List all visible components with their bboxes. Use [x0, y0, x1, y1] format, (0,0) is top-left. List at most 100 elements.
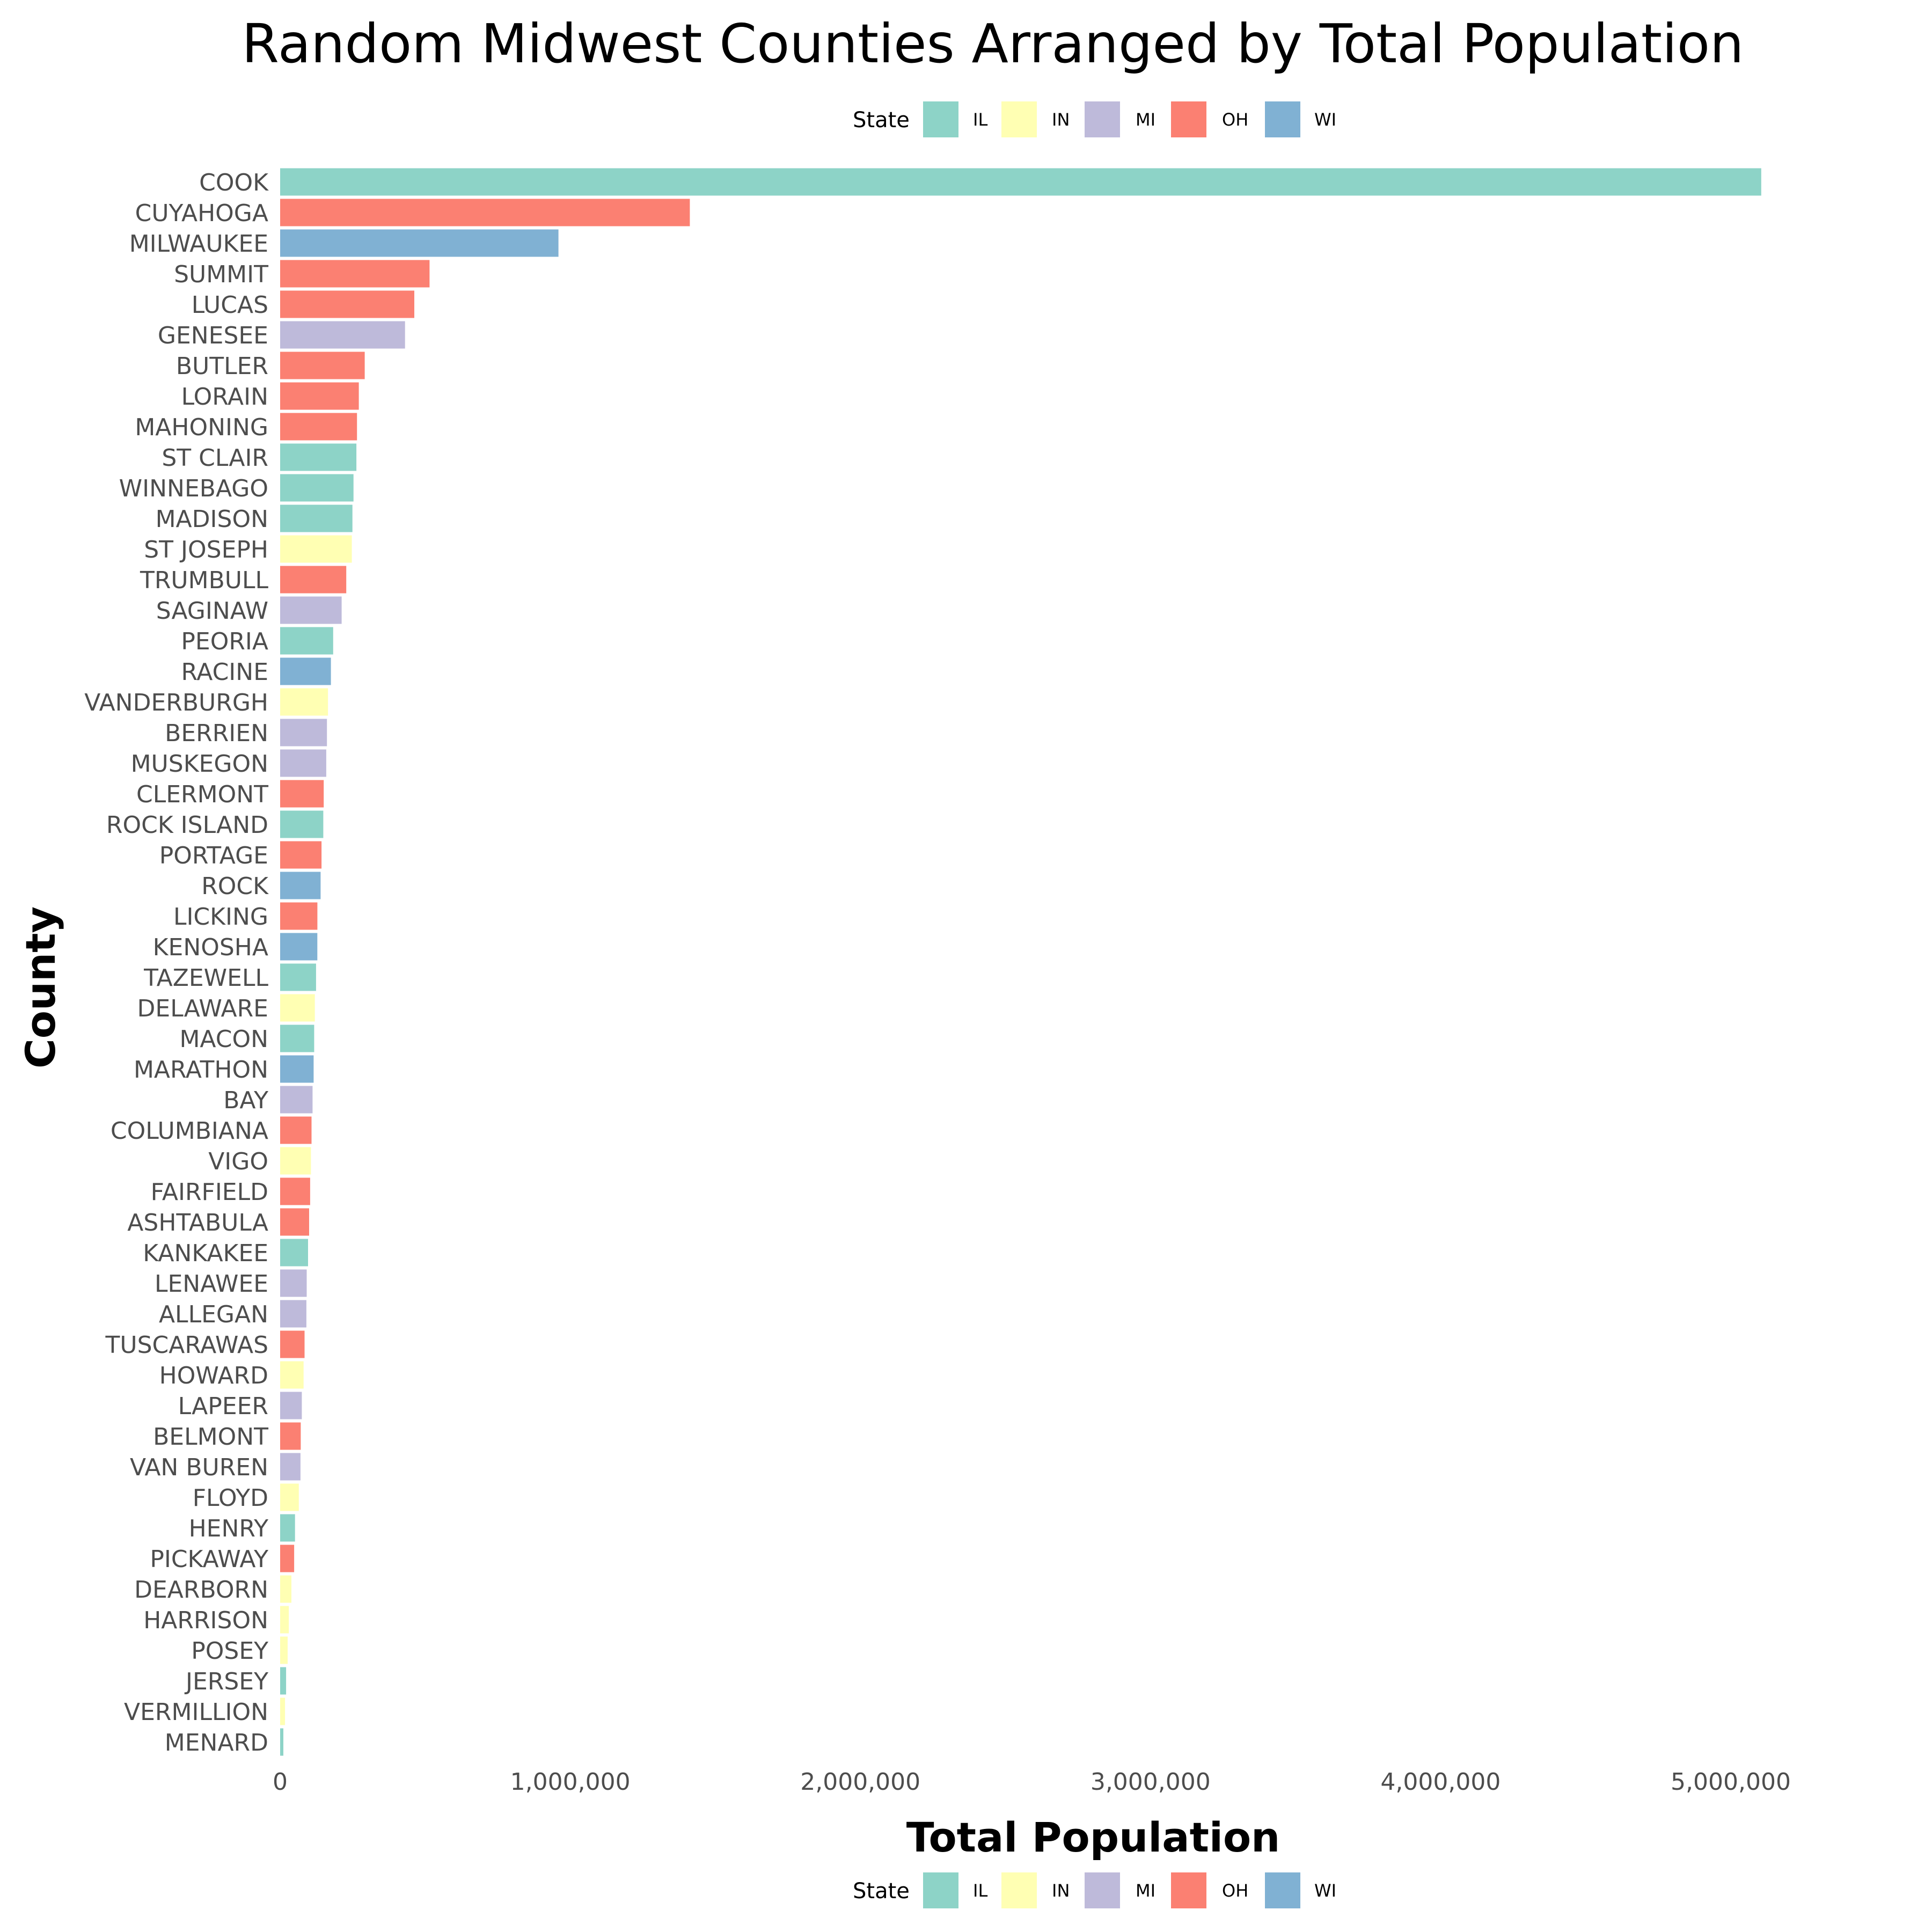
legend-label-il-bottom: IL	[973, 1880, 987, 1901]
y-tick-label-tazewell: TAZEWELL	[143, 964, 268, 992]
bar-dearborn	[280, 1575, 291, 1603]
bar-lapeer	[280, 1392, 302, 1419]
y-tick-label-lenawee: LENAWEE	[155, 1270, 268, 1298]
y-tick-label-lorain: LORAIN	[181, 383, 268, 411]
bar-ashtabula	[280, 1208, 309, 1236]
y-tick-label-menard: MENARD	[165, 1729, 268, 1757]
bar-lucas	[280, 290, 414, 318]
y-tick-label-columbiana: COLUMBIANA	[111, 1117, 268, 1145]
y-tick-label-winnebago: WINNEBAGO	[119, 475, 268, 502]
legend-key-wi-top	[1265, 101, 1300, 137]
y-tick-label-lapeer: LAPEER	[178, 1393, 268, 1420]
legend-label-oh-top: OH	[1222, 109, 1248, 130]
bars	[280, 168, 1761, 1756]
y-axis-labels: COOK CUYAHOGA MILWAUKEE SUMMIT LUCAS GENESEE B…	[84, 169, 269, 1757]
bar-muskegon	[280, 749, 326, 777]
y-tick-label-peoria: PEORIA	[181, 628, 268, 655]
y-tick-label-henry: HENRY	[189, 1515, 269, 1542]
bar-van-buren	[280, 1453, 301, 1481]
y-tick-label-kenosha: KENOSHA	[153, 934, 268, 961]
y-tick-label-fairfield: FAIRFIELD	[151, 1179, 268, 1206]
bar-harrison	[280, 1606, 289, 1634]
legend-key-in-bottom	[1001, 1872, 1037, 1908]
y-tick-label-madison: MADISON	[156, 506, 268, 533]
y-tick-label-jersey: JERSEY	[184, 1668, 268, 1695]
legend-key-mi-bottom	[1085, 1872, 1120, 1908]
bar-chart: Random Midwest Counties Arranged by Tota…	[17, 12, 1791, 1908]
bar-vanderburgh	[280, 688, 328, 716]
bar-menard	[280, 1728, 283, 1756]
y-tick-label-st-joseph: ST JOSEPH	[144, 536, 268, 564]
legend-label-mi-top: MI	[1136, 109, 1155, 130]
y-tick-label-summit: SUMMIT	[174, 261, 268, 288]
bar-peoria	[280, 627, 333, 655]
legend-top: State IL IN MI OH WI	[853, 101, 1336, 137]
bar-cook	[280, 168, 1761, 196]
y-tick-label-vigo: VIGO	[208, 1148, 268, 1175]
bar-licking	[280, 902, 318, 930]
bar-kankakee	[280, 1239, 308, 1267]
bar-belmont	[280, 1422, 301, 1450]
y-tick-label-licking: LICKING	[173, 903, 268, 931]
bar-lorain	[280, 382, 359, 410]
bar-allegan	[280, 1300, 306, 1328]
y-tick-label-mahoning: MAHONING	[135, 414, 268, 441]
bar-macon	[280, 1024, 314, 1052]
bar-berrien	[280, 719, 327, 747]
y-tick-label-dearborn: DEARBORN	[134, 1576, 268, 1604]
bar-tazewell	[280, 963, 316, 991]
bar-fairfield	[280, 1177, 310, 1205]
legend-key-oh-bottom	[1171, 1872, 1206, 1908]
x-tick-label-1: 1,000,000	[510, 1768, 631, 1796]
bar-pickaway	[280, 1545, 295, 1572]
legend-label-in-top: IN	[1052, 109, 1070, 130]
legend-label-wi-bottom: WI	[1314, 1880, 1336, 1901]
bar-winnebago	[280, 474, 354, 502]
y-tick-label-muskegon: MUSKEGON	[131, 750, 268, 778]
bar-floyd	[280, 1483, 299, 1511]
legend-label-wi-top: WI	[1314, 109, 1336, 130]
bar-kenosha	[280, 933, 318, 961]
y-tick-label-delaware: DELAWARE	[137, 995, 268, 1022]
y-tick-label-berrien: BERRIEN	[165, 720, 268, 747]
bar-portage	[280, 841, 322, 869]
legend-key-in-top	[1001, 101, 1037, 137]
y-tick-label-cuyahoga: CUYAHOGA	[135, 200, 268, 227]
bar-marathon	[280, 1055, 314, 1083]
y-tick-label-harrison: HARRISON	[143, 1607, 268, 1634]
y-tick-label-saginaw: SAGINAW	[156, 597, 268, 625]
bar-bay	[280, 1086, 313, 1114]
bar-howard	[280, 1361, 304, 1389]
bar-genesee	[280, 321, 405, 349]
y-tick-label-ashtabula: ASHTABULA	[127, 1209, 268, 1236]
y-tick-label-kankakee: KANKAKEE	[143, 1240, 268, 1267]
y-tick-label-vanderburgh: VANDERBURGH	[84, 689, 268, 716]
y-tick-label-floyd: FLOYD	[193, 1484, 268, 1512]
legend-label-in-bottom: IN	[1052, 1880, 1070, 1901]
bar-racine	[280, 657, 331, 685]
y-tick-label-racine: RACINE	[181, 658, 268, 686]
bar-columbiana	[280, 1116, 312, 1144]
bar-cuyahoga	[280, 199, 690, 226]
bar-lenawee	[280, 1269, 307, 1297]
y-tick-label-trumbull: TRUMBULL	[140, 567, 269, 594]
legend-key-mi-top	[1085, 101, 1120, 137]
bar-st-clair	[280, 443, 357, 471]
bar-saginaw	[280, 596, 342, 624]
bar-vigo	[280, 1147, 311, 1175]
y-tick-label-rock-island: ROCK ISLAND	[106, 811, 268, 839]
legend-label-il-top: IL	[973, 109, 987, 130]
bar-butler	[280, 352, 365, 379]
y-tick-label-clermont: CLERMONT	[136, 781, 268, 808]
legend-title-bottom: State	[853, 1879, 910, 1904]
bar-madison	[280, 504, 353, 532]
legend-label-oh-bottom: OH	[1222, 1880, 1248, 1901]
y-tick-label-posey: POSEY	[191, 1637, 268, 1665]
bar-jersey	[280, 1667, 287, 1695]
x-axis-title: Total Population	[906, 1813, 1280, 1861]
y-tick-label-vermillion: VERMILLION	[124, 1699, 268, 1726]
chart-title: Random Midwest Counties Arranged by Tota…	[242, 12, 1744, 75]
y-tick-label-rock: ROCK	[201, 873, 269, 900]
y-tick-label-pickaway: PICKAWAY	[150, 1546, 268, 1573]
bar-delaware	[280, 994, 315, 1022]
